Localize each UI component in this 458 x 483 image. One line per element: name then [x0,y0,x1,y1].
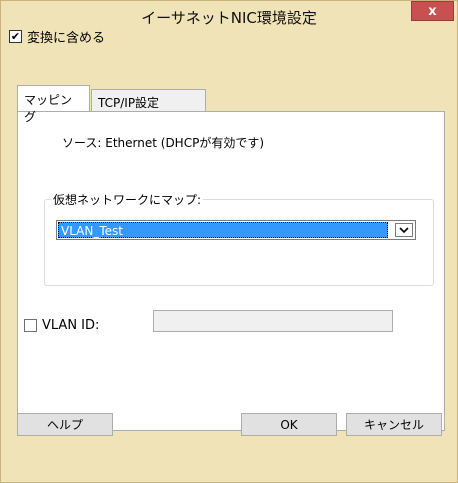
cancel-button[interactable]: キャンセル [346,413,442,436]
virtual-network-selected-value: VLAN_Test [58,222,388,238]
vlan-id-label: VLAN ID: [42,317,100,333]
chevron-down-icon [399,226,409,233]
window-title: イーサネットNIC環境設定 [141,9,317,27]
close-icon: x [428,3,437,19]
virtual-network-select[interactable]: VLAN_Test [56,220,416,240]
vlan-id-row[interactable]: VLAN ID: [24,317,99,333]
checkmark-icon: ✔ [10,29,21,43]
vlan-id-input[interactable] [153,310,393,332]
help-button[interactable]: ヘルプ [17,413,113,436]
tab-panel-mapping: ソース: Ethernet (DHCPが有効です) 仮想ネットワークにマップ: … [17,111,445,431]
virtual-network-group: 仮想ネットワークにマップ: VLAN_Test [44,191,434,286]
include-in-conversion-checkbox[interactable]: ✔ [9,29,22,43]
virtual-network-group-label: 仮想ネットワークにマップ: [51,191,204,208]
ok-button[interactable]: OK [241,413,337,436]
dialog-window: イーサネットNIC環境設定 x ✔ 変換に含める マッピング TCP/IP設定 … [0,0,458,483]
include-in-conversion-row[interactable]: ✔ 変換に含める [9,28,106,46]
close-button[interactable]: x [411,1,454,21]
tab-tcpip-settings[interactable]: TCP/IP設定 [91,89,206,111]
vlan-id-checkbox[interactable] [24,318,37,332]
include-in-conversion-label: 変換に含める [27,30,106,46]
dropdown-button[interactable] [395,223,413,237]
tab-mapping[interactable]: マッピング [17,85,90,124]
source-info: ソース: Ethernet (DHCPが有効です) [62,136,265,150]
